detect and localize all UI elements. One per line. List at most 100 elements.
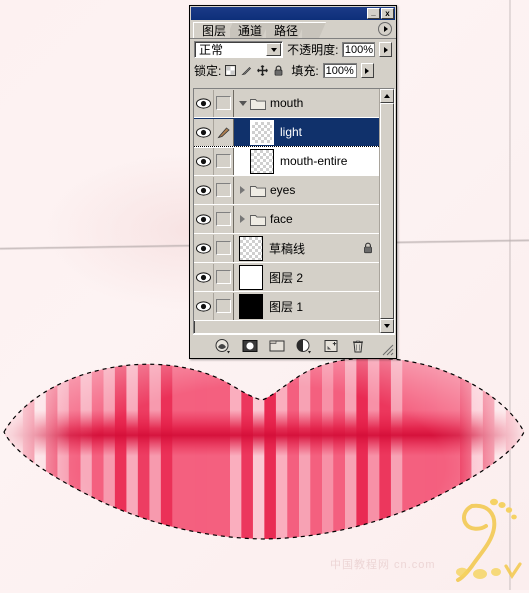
fill-input[interactable]: 100% bbox=[322, 63, 357, 78]
layer-mask-icon[interactable] bbox=[242, 338, 258, 354]
chevron-right-icon[interactable] bbox=[237, 215, 248, 223]
layer-link-cell[interactable] bbox=[214, 263, 234, 291]
layer-thumbnail[interactable] bbox=[239, 235, 263, 261]
layer-link-box[interactable] bbox=[216, 183, 231, 197]
layer-style-icon[interactable] bbox=[215, 338, 231, 354]
layer-row-content[interactable]: mouth bbox=[234, 89, 379, 117]
lock-row[interactable]: 锁定: 填充: 100% bbox=[190, 60, 396, 81]
folder-icon bbox=[250, 185, 266, 197]
layer-link-cell[interactable] bbox=[214, 176, 234, 204]
layer-thumbnail[interactable] bbox=[239, 293, 263, 319]
layer-name-label: eyes bbox=[270, 183, 296, 197]
opacity-stepper-icon[interactable] bbox=[379, 42, 392, 57]
layer-row-草稿线[interactable]: 草稿线 bbox=[194, 234, 379, 263]
layer-row-light[interactable]: light bbox=[194, 118, 379, 147]
panel-tabs[interactable]: 图层 通道 路径 bbox=[190, 21, 396, 39]
layer-row-content[interactable]: light bbox=[234, 118, 379, 146]
folder-icon bbox=[250, 214, 266, 226]
layer-link-box[interactable] bbox=[216, 96, 231, 110]
layer-row-mouth[interactable]: mouth bbox=[194, 89, 379, 118]
layer-link-cell[interactable] bbox=[214, 234, 234, 262]
scrollbar-thumb[interactable] bbox=[380, 103, 394, 319]
tab-layers[interactable]: 图层 bbox=[193, 22, 233, 38]
tab-paths-label: 路径 bbox=[274, 24, 299, 38]
chevron-down-icon[interactable] bbox=[266, 43, 282, 56]
panel-menu-icon[interactable] bbox=[378, 22, 392, 36]
layer-visibility-toggle[interactable] bbox=[194, 89, 214, 117]
layer-link-box[interactable] bbox=[216, 241, 231, 255]
layer-thumbnail[interactable] bbox=[250, 119, 274, 145]
watermark-text: 中国教程网 cn.com bbox=[330, 559, 436, 571]
blend-mode-value: 正常 bbox=[199, 43, 224, 57]
layer-name-label: 图层 1 bbox=[269, 299, 304, 314]
layer-name-label: 图层 2 bbox=[269, 270, 304, 285]
layer-link-box[interactable] bbox=[216, 154, 231, 168]
layer-row-content[interactable]: 图层 2 bbox=[234, 263, 379, 291]
lock-position-icon[interactable] bbox=[257, 65, 269, 76]
layer-locked-icon bbox=[364, 242, 372, 254]
blend-mode-row[interactable]: 正常 不透明度: 100% bbox=[190, 39, 396, 60]
minimize-icon[interactable]: _ bbox=[367, 8, 380, 19]
active-layer-brush-icon[interactable] bbox=[214, 118, 234, 146]
layer-name-label: mouth-entire bbox=[280, 154, 348, 168]
layer-row-content[interactable]: face bbox=[234, 205, 379, 233]
lock-all-icon[interactable] bbox=[273, 65, 284, 76]
folder-icon bbox=[250, 98, 266, 110]
layers-panel-footer[interactable] bbox=[193, 334, 395, 356]
layer-row-face[interactable]: face bbox=[194, 205, 379, 234]
layer-row-content[interactable]: 图层 1 bbox=[234, 292, 379, 320]
fill-stepper-icon[interactable] bbox=[360, 63, 374, 78]
layer-visibility-toggle[interactable] bbox=[194, 292, 214, 320]
adjustment-layer-icon[interactable] bbox=[296, 338, 312, 354]
layer-visibility-toggle[interactable] bbox=[194, 118, 214, 146]
layer-row-eyes[interactable]: eyes bbox=[194, 176, 379, 205]
layers-panel[interactable]: _ x 图层 通道 路径 正常 不透明度: 100% 锁定: 填充: 100% … bbox=[189, 5, 397, 359]
layer-row-content[interactable]: eyes bbox=[234, 176, 379, 204]
layer-thumbnail[interactable] bbox=[239, 264, 263, 290]
tab-layers-label: 图层 bbox=[202, 24, 227, 38]
layer-visibility-toggle[interactable] bbox=[194, 147, 214, 175]
panel-titlebar[interactable]: _ x bbox=[191, 7, 395, 20]
layer-list-scrollbar[interactable] bbox=[379, 89, 394, 333]
layer-visibility-toggle[interactable] bbox=[194, 176, 214, 204]
tab-channels[interactable]: 通道 bbox=[230, 22, 269, 38]
layer-link-box[interactable] bbox=[216, 270, 231, 284]
new-layer-icon[interactable] bbox=[323, 338, 339, 354]
layer-row-图层 2[interactable]: 图层 2 bbox=[194, 263, 379, 292]
chevron-down-icon[interactable] bbox=[237, 101, 248, 106]
layer-link-box[interactable] bbox=[216, 299, 231, 313]
layer-visibility-toggle[interactable] bbox=[194, 263, 214, 291]
layer-list[interactable]: mouth light mouth-entire eyes face 草稿线图层 2 图层 … bbox=[193, 88, 395, 334]
layer-link-box[interactable] bbox=[216, 212, 231, 226]
opacity-input[interactable]: 100% bbox=[342, 42, 376, 57]
close-icon[interactable]: x bbox=[381, 8, 394, 19]
layer-row-content[interactable]: 草稿线 bbox=[234, 234, 379, 262]
striped-lips-illustration bbox=[0, 352, 529, 590]
lock-transparency-icon[interactable] bbox=[225, 65, 237, 76]
layer-link-cell[interactable] bbox=[214, 205, 234, 233]
scroll-up-icon[interactable] bbox=[380, 89, 394, 103]
lock-image-icon[interactable] bbox=[241, 65, 252, 76]
resize-grip-icon[interactable] bbox=[382, 344, 394, 356]
tab-channels-label: 通道 bbox=[238, 24, 263, 38]
layer-name-label: face bbox=[270, 212, 293, 226]
layer-thumbnail[interactable] bbox=[250, 148, 274, 174]
delete-layer-icon[interactable] bbox=[350, 338, 366, 354]
layer-rows[interactable]: mouth light mouth-entire eyes face 草稿线图层 2 图层 … bbox=[194, 89, 379, 333]
fill-label: 填充: bbox=[291, 64, 319, 78]
layer-visibility-toggle[interactable] bbox=[194, 205, 214, 233]
scrollbar-track[interactable] bbox=[380, 103, 394, 319]
layer-link-cell[interactable] bbox=[214, 89, 234, 117]
opacity-label: 不透明度: bbox=[287, 43, 339, 57]
chevron-right-icon[interactable] bbox=[237, 186, 248, 194]
scroll-down-icon[interactable] bbox=[380, 319, 394, 333]
layer-row-mouth-entire[interactable]: mouth-entire bbox=[194, 147, 379, 176]
blend-mode-select[interactable]: 正常 bbox=[194, 41, 284, 58]
layer-visibility-toggle[interactable] bbox=[194, 234, 214, 262]
layer-link-cell[interactable] bbox=[214, 147, 234, 175]
layer-row-content[interactable]: mouth-entire bbox=[234, 147, 379, 175]
tab-paths[interactable]: 路径 bbox=[266, 22, 305, 38]
layer-link-cell[interactable] bbox=[214, 292, 234, 320]
new-group-icon[interactable] bbox=[269, 338, 285, 354]
layer-row-图层 1[interactable]: 图层 1 bbox=[194, 292, 379, 321]
